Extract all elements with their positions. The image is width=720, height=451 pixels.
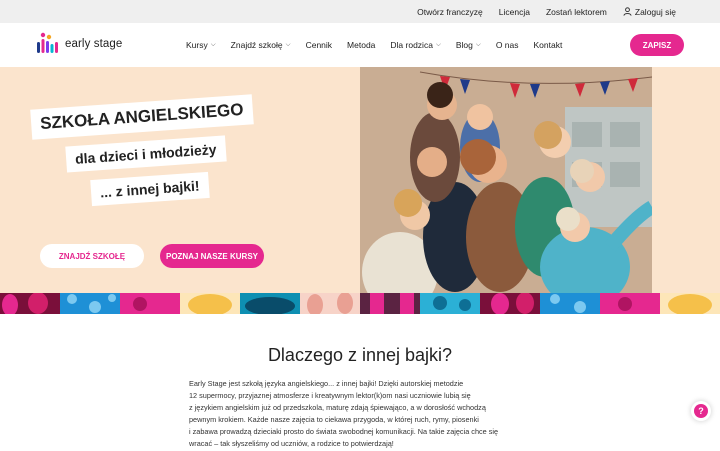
question-icon: ? [694,404,708,418]
link-become-teacher[interactable]: Zostań lektorem [546,7,607,17]
hero-photo-kids [360,67,652,293]
nav-item-contact[interactable]: Kontakt [534,40,563,50]
section-text-line: 12 supermocy, przyjaznej atmosferze i kr… [189,391,471,401]
hero-tagline: ... z innej bajki! [90,171,210,207]
nav-item-pricing[interactable]: Cennik [306,40,332,50]
user-icon [623,7,632,16]
hero-subheadline: dla dzieci i młodzieży [65,135,227,173]
section-text-line: pewnym krokiem. Każde nasze zajęcia to c… [189,415,479,425]
decorative-pattern-band [0,293,720,314]
nav-item-label: Kursy [186,40,208,50]
section-text-line: z językiem angielskim już od przedszkola… [189,403,486,413]
nav-item-label: Metoda [347,40,376,50]
link-open-franchise[interactable]: Otwórz franczyzę [417,7,483,17]
chevron-down-icon: ⌵ [285,41,291,48]
section-description: Early Stage jest szkołą języka angielski… [189,378,539,451]
section-text-line: i zabawa prowadzą dzieciaki prosto do św… [189,427,499,437]
nav-item-for-parents[interactable]: Dla rodzica ⌵ [390,40,440,50]
nav-item-label: O nas [495,40,519,50]
nav-item-label: Dla rodzica [390,40,433,50]
nav-menu: Kursy ⌵ Znajdź szkołę ⌵ Cennik Metoda Dl… [186,23,562,67]
section-text-line: wracać – tak słyszeliśmy od uczniów, a r… [189,439,394,449]
nav-item-label: Znajdź szkołę [230,40,283,50]
find-school-button[interactable]: ZNAJDŹ SZKOŁĘ [40,244,144,268]
section-text-line: Early Stage jest szkołą języka angielski… [189,379,464,388]
logo-mark-icon [37,32,58,53]
nav-item-kursy[interactable]: Kursy ⌵ [186,40,216,50]
login-label: Zaloguj się [634,6,676,17]
hero-photo-illustration [360,67,652,293]
login-link[interactable]: Zaloguj się [623,7,676,17]
hero-headline: SZKOŁA ANGIELSKIEGO [30,94,254,140]
nav-item-blog[interactable]: Blog ⌵ [456,40,481,50]
nav-item-label: Blog [455,40,473,50]
top-utility-bar: Otwórz franczyzę Licencja Zostań lektore… [0,0,720,23]
nav-item-about[interactable]: O nas [496,40,519,50]
nav-item-method[interactable]: Metoda [347,40,375,50]
main-navigation: early stage Kursy ⌵ Znajdź szkołę ⌵ Cenn… [0,23,720,67]
chevron-down-icon: ⌵ [435,41,441,48]
chevron-down-icon: ⌵ [475,41,481,48]
signup-button[interactable]: ZAPISZ [630,34,684,56]
nav-item-label: Cennik [305,40,333,50]
help-button[interactable]: ? [691,401,711,421]
our-courses-button[interactable]: POZNAJ NASZE KURSY [160,244,264,268]
logo[interactable]: early stage [36,32,122,56]
pattern-illustration [0,293,720,314]
top-links: Otwórz franczyzę Licencja Zostań lektore… [417,0,676,23]
logo-text: early stage [65,38,123,50]
chevron-down-icon: ⌵ [210,41,216,48]
nav-item-find-school[interactable]: Znajdź szkołę ⌵ [231,40,291,50]
section-title: Dlaczego z innej bajki? [267,345,453,365]
nav-item-label: Kontakt [533,40,563,50]
hero-banner: SZKOŁA ANGIELSKIEGO dla dzieci i młodzie… [0,67,720,293]
link-license[interactable]: Licencja [499,7,530,17]
